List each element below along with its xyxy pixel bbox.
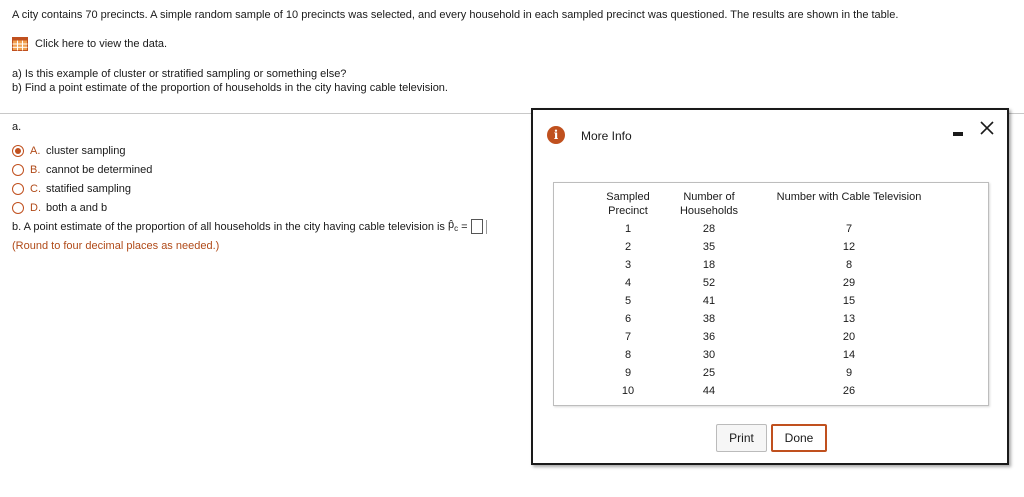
- option-d-text: both a and b: [46, 201, 108, 214]
- cell-precinct: 4: [624, 277, 632, 289]
- cell-cable: 20: [842, 331, 856, 343]
- cell-households: 52: [702, 277, 716, 289]
- sub-question-b: b) Find a point estimate of the proporti…: [12, 82, 448, 94]
- sub-questions: a) Is this example of cluster or stratif…: [12, 67, 448, 95]
- option-b-letter: B.: [30, 163, 41, 176]
- cell-households: 25: [702, 367, 716, 379]
- sub-question-a: a) Is this example of cluster or stratif…: [12, 68, 347, 80]
- part-a-options: A. cluster sampling B. cannot be determi…: [12, 141, 152, 217]
- radio-option-b[interactable]: [12, 163, 24, 176]
- header-sampled-precinct: Sampled Precinct: [598, 190, 658, 218]
- option-a-text: cluster sampling: [46, 144, 126, 157]
- cell-households: 35: [702, 241, 716, 253]
- option-c-letter: C.: [30, 182, 41, 195]
- part-b-text: b. A point estimate of the proportion of…: [12, 220, 445, 233]
- cell-households: 44: [702, 385, 716, 397]
- radio-option-a[interactable]: [12, 144, 24, 157]
- close-icon[interactable]: [979, 120, 995, 136]
- option-c[interactable]: C. statified sampling: [12, 179, 152, 198]
- option-d[interactable]: D. both a and b: [12, 198, 152, 217]
- cell-precinct: 7: [624, 331, 632, 343]
- table-row: 10 44 26: [554, 385, 990, 403]
- option-b-text: cannot be determined: [46, 163, 153, 176]
- rounding-note: (Round to four decimal places as needed.…: [12, 240, 220, 252]
- cell-households: 38: [702, 313, 716, 325]
- cell-cable: 14: [842, 349, 856, 361]
- cell-households: 30: [702, 349, 716, 361]
- cell-households: 18: [702, 259, 716, 271]
- print-button[interactable]: Print: [716, 424, 767, 452]
- cell-precinct: 8: [624, 349, 632, 361]
- done-button[interactable]: Done: [771, 424, 827, 452]
- cell-precinct: 10: [621, 385, 635, 397]
- cell-precinct: 3: [624, 259, 632, 271]
- table-row: 7 36 20: [554, 331, 990, 349]
- header-number-of-households: Number of Households: [674, 190, 744, 218]
- table-icon: [12, 37, 28, 51]
- cell-households: 28: [702, 223, 716, 235]
- view-data-link[interactable]: Click here to view the data.: [12, 37, 167, 51]
- cell-precinct: 2: [624, 241, 632, 253]
- cell-cable: 26: [842, 385, 856, 397]
- cell-precinct: 1: [624, 223, 632, 235]
- equals-sign: =: [461, 220, 468, 233]
- header-col2-line2: Households: [679, 205, 739, 217]
- table-row: 5 41 15: [554, 295, 990, 313]
- cell-households: 36: [702, 331, 716, 343]
- part-a-label: a.: [12, 121, 22, 133]
- header-col2-line1: Number of: [683, 191, 735, 203]
- table-row: 9 25 9: [554, 367, 990, 385]
- part-b-question: b. A point estimate of the proportion of…: [12, 219, 487, 234]
- view-data-link-label[interactable]: Click here to view the data.: [35, 38, 167, 50]
- option-d-letter: D.: [30, 201, 41, 214]
- header-col1-line2: Precinct: [608, 205, 648, 217]
- option-a-letter: A.: [30, 144, 41, 157]
- table-row: 6 38 13: [554, 313, 990, 331]
- cell-precinct: 9: [624, 367, 632, 379]
- cell-cable: 8: [845, 259, 853, 271]
- cell-cable: 13: [842, 313, 856, 325]
- header-cable-television: Number with Cable Television: [776, 191, 922, 203]
- table-row: 3 18 8: [554, 259, 990, 277]
- p-hat-subscript: c: [454, 224, 459, 234]
- answer-input[interactable]: [470, 219, 483, 234]
- dialog-title: More Info: [581, 129, 632, 143]
- cell-households: 41: [702, 295, 716, 307]
- question-text: A city contains 70 precincts. A simple r…: [12, 9, 899, 21]
- text-cursor: [485, 219, 487, 234]
- radio-option-c[interactable]: [12, 182, 24, 195]
- option-a[interactable]: A. cluster sampling: [12, 141, 152, 160]
- minimize-icon[interactable]: [953, 132, 963, 136]
- cell-cable: 15: [842, 295, 856, 307]
- cell-cable: 12: [842, 241, 856, 253]
- info-icon: i: [547, 126, 565, 144]
- cell-precinct: 6: [624, 313, 632, 325]
- data-table: Sampled Precinct Number of Households Nu…: [553, 182, 989, 406]
- option-c-text: statified sampling: [46, 182, 131, 195]
- cell-cable: 9: [845, 367, 853, 379]
- radio-option-d[interactable]: [12, 201, 24, 214]
- p-hat-symbol: p̂c: [448, 219, 458, 233]
- cell-cable: 29: [842, 277, 856, 289]
- table-row: 1 28 7: [554, 223, 990, 241]
- cell-cable: 7: [845, 223, 853, 235]
- table-row: 4 52 29: [554, 277, 990, 295]
- more-info-dialog: i More Info Sampled Precinct Number of H…: [531, 108, 1009, 465]
- table-row: 2 35 12: [554, 241, 990, 259]
- option-b[interactable]: B. cannot be determined: [12, 160, 152, 179]
- header-col1-line1: Sampled: [606, 191, 650, 203]
- table-row: 8 30 14: [554, 349, 990, 367]
- cell-precinct: 5: [624, 295, 632, 307]
